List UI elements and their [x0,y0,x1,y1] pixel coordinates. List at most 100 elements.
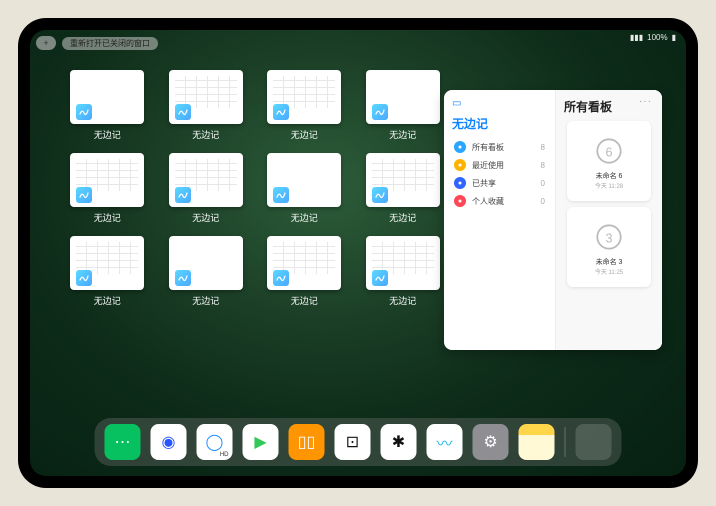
freeform-app-icon [175,270,191,286]
screen: ▮▮▮ 100% ▮ + 重新打开已关闭的窗口 无边记无边记无边记无边记无边记无… [30,30,686,476]
app-window[interactable]: 无边记 [366,236,441,307]
sidebar-item-icon: ● [454,159,466,171]
sidebar-item-count: 0 [541,179,545,188]
window-label: 无边记 [94,294,121,307]
board-thumbnail: 6 [591,133,627,169]
topbar: + 重新打开已关闭的窗口 [36,36,158,50]
app-window[interactable]: 无边记 [169,70,244,141]
window-thumbnail [70,70,144,124]
window-label: 无边记 [291,294,318,307]
window-thumbnail [267,153,341,207]
app-window[interactable]: 无边记 [70,153,145,224]
window-thumbnail [366,70,440,124]
dock-app-graph[interactable]: ✱ [381,424,417,460]
panel-sidebar: ▭ 无边记 ● 所有看板 8 ● 最近使用 8 ● 已共享 0 ● 个人收藏 0 [444,90,556,350]
ipad-frame: ▮▮▮ 100% ▮ + 重新打开已关闭的窗口 无边记无边记无边记无边记无边记无… [18,18,698,488]
sidebar-item-icon: ● [454,141,466,153]
dock-app-books[interactable]: ▯▯ [289,424,325,460]
dock-app-app-library[interactable] [576,424,612,460]
dock-app-freeform[interactable]: 〰 [427,424,463,460]
freeform-app-icon [273,104,289,120]
panel-content: 所有看板 6未命名 6今天 11:283未命名 3今天 11:25 [556,90,662,350]
sidebar-item-icon: ● [454,195,466,207]
dock-app-dice[interactable]: ⊡ [335,424,371,460]
window-thumbnail [366,153,440,207]
reopen-closed-window-pill[interactable]: 重新打开已关闭的窗口 [62,37,158,50]
hd-badge: HD [218,452,231,458]
dock-app-notes[interactable] [519,424,555,460]
battery-icon: ▮ [672,33,676,42]
board-timestamp: 今天 11:25 [595,267,623,276]
app-window[interactable]: 无边记 [267,236,342,307]
app-window[interactable]: 无边记 [267,153,342,224]
sidebar-item[interactable]: ● 最近使用 8 [452,156,547,174]
window-label: 无边记 [291,128,318,141]
svg-text:6: 6 [605,145,612,159]
sidebar-toggle-icon[interactable]: ▭ [452,98,461,109]
freeform-app-icon [175,187,191,203]
dock-separator [565,427,566,457]
freeform-app-icon [76,270,92,286]
sidebar-item[interactable]: ● 个人收藏 0 [452,192,547,210]
freeform-app-icon [175,104,191,120]
board-timestamp: 今天 11:28 [595,181,623,190]
more-icon[interactable]: ··· [639,96,652,107]
app-window[interactable]: 无边记 [366,70,441,141]
freeform-app-icon [372,270,388,286]
freeform-app-icon [273,270,289,286]
app-window[interactable]: 无边记 [169,236,244,307]
board-card[interactable]: 6 未命名 6今天 11:28 [567,121,651,201]
window-label: 无边记 [291,211,318,224]
window-label: 无边记 [389,294,416,307]
window-thumbnail [267,70,341,124]
window-label: 无边记 [192,211,219,224]
board-card[interactable]: 3 未命名 3今天 11:25 [567,207,651,287]
signal-icon: ▮▮▮ [630,33,643,42]
freeform-app-icon [76,187,92,203]
sidebar-item-label: 最近使用 [472,160,504,171]
window-thumbnail [70,236,144,290]
app-window[interactable]: 无边记 [366,153,441,224]
window-thumbnail [169,153,243,207]
sidebar-item-label: 个人收藏 [472,196,504,207]
sidebar-item-icon: ● [454,177,466,189]
multitask-window-grid: 无边记无边记无边记无边记无边记无边记无边记无边记无边记无边记无边记无边记 [70,70,440,307]
dock-app-browser-2[interactable]: ◯HD [197,424,233,460]
dock-app-wechat[interactable]: ⋯ [105,424,141,460]
board-thumbnail: 3 [591,219,627,255]
freeform-app-icon [273,187,289,203]
dock-app-settings[interactable]: ⚙ [473,424,509,460]
window-thumbnail [366,236,440,290]
window-label: 无边记 [192,294,219,307]
sidebar-item[interactable]: ● 已共享 0 [452,174,547,192]
dock-app-browser-1[interactable]: ◉ [151,424,187,460]
freeform-app-icon [372,104,388,120]
window-label: 无边记 [94,211,121,224]
app-window[interactable]: 无边记 [70,236,145,307]
sidebar-item-count: 0 [541,197,545,206]
window-thumbnail [169,236,243,290]
sidebar-item-count: 8 [541,161,545,170]
board-name: 未命名 6 [596,171,623,181]
battery-percent: 100% [647,33,667,42]
sidebar-item[interactable]: ● 所有看板 8 [452,138,547,156]
app-panel[interactable]: ··· ▭ 无边记 ● 所有看板 8 ● 最近使用 8 ● 已共享 0 ● 个人收藏 0 所有看板 6… [444,90,662,350]
sidebar-item-count: 8 [541,143,545,152]
panel-left-title: 无边记 [452,115,547,132]
sidebar-item-label: 所有看板 [472,142,504,153]
status-bar: ▮▮▮ 100% ▮ [630,33,676,42]
sidebar-item-label: 已共享 [472,178,496,189]
window-label: 无边记 [389,128,416,141]
app-window[interactable]: 无边记 [70,70,145,141]
window-thumbnail [169,70,243,124]
window-label: 无边记 [389,211,416,224]
app-window[interactable]: 无边记 [267,70,342,141]
app-window[interactable]: 无边记 [169,153,244,224]
dock-app-media[interactable]: ▶ [243,424,279,460]
dock: ⋯ ◉ ◯HD ▶ ▯▯ ⊡ ✱ 〰 ⚙ [95,418,622,466]
board-name: 未命名 3 [596,257,623,267]
new-window-button[interactable]: + [36,36,56,50]
window-label: 无边记 [94,128,121,141]
freeform-app-icon [372,187,388,203]
window-thumbnail [70,153,144,207]
